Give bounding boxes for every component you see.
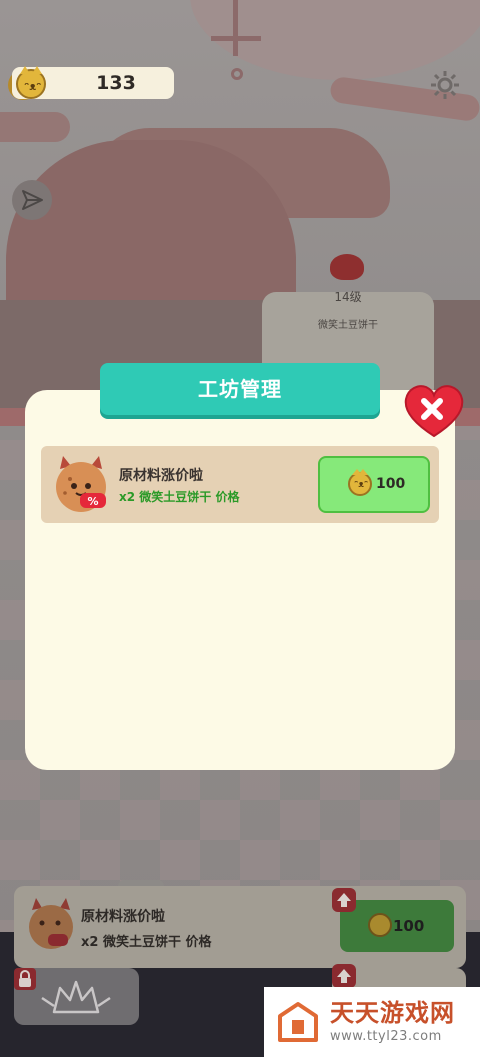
- level-product-name: 微笑土豆饼干: [318, 320, 378, 331]
- paper-plane-icon: [22, 190, 43, 210]
- buy-button[interactable]: [318, 456, 430, 513]
- cat-coin-icon: ᵔᴥᵔ: [348, 469, 372, 496]
- modal-title: 工坊管理: [198, 377, 282, 401]
- watermark-logo-icon: [278, 1002, 318, 1042]
- bottom-card-title: 原材料涨价啦: [81, 909, 165, 925]
- close-heart-icon[interactable]: [402, 382, 466, 440]
- item-description: x2 微笑土豆饼干 价格: [119, 490, 240, 504]
- item-title: 原材料涨价啦: [119, 468, 203, 484]
- background-decoration: [211, 36, 261, 41]
- cat-coin-icon: [368, 913, 392, 937]
- upgrade-arrow-icon: [332, 964, 356, 988]
- background-decoration: [0, 112, 70, 142]
- cat-coin-icon: ᵔᴥᵔ: [16, 66, 46, 99]
- devil-cookie-icon: %: [56, 456, 106, 512]
- devil-mascot-icon: [330, 254, 364, 280]
- background-decoration: [231, 68, 243, 80]
- watermark-title: 天天游戏网: [330, 999, 455, 1027]
- lock-icon: [14, 968, 36, 990]
- devil-cookie-icon: [29, 898, 73, 949]
- share-button[interactable]: [12, 180, 52, 220]
- bottom-card-description: x2 微笑土豆饼干 价格: [81, 935, 212, 950]
- upgrade-arrow-icon: [332, 888, 356, 912]
- level-label: 14级: [334, 290, 362, 304]
- svg-text:%: %: [87, 495, 98, 508]
- gear-icon[interactable]: [428, 68, 462, 102]
- coin-count: 133: [96, 72, 136, 94]
- buy-price: 100: [376, 476, 406, 492]
- bottom-buy-price: 100: [393, 917, 425, 935]
- background-decoration: [233, 0, 238, 56]
- watermark-url: www.ttyl23.com: [330, 1029, 442, 1044]
